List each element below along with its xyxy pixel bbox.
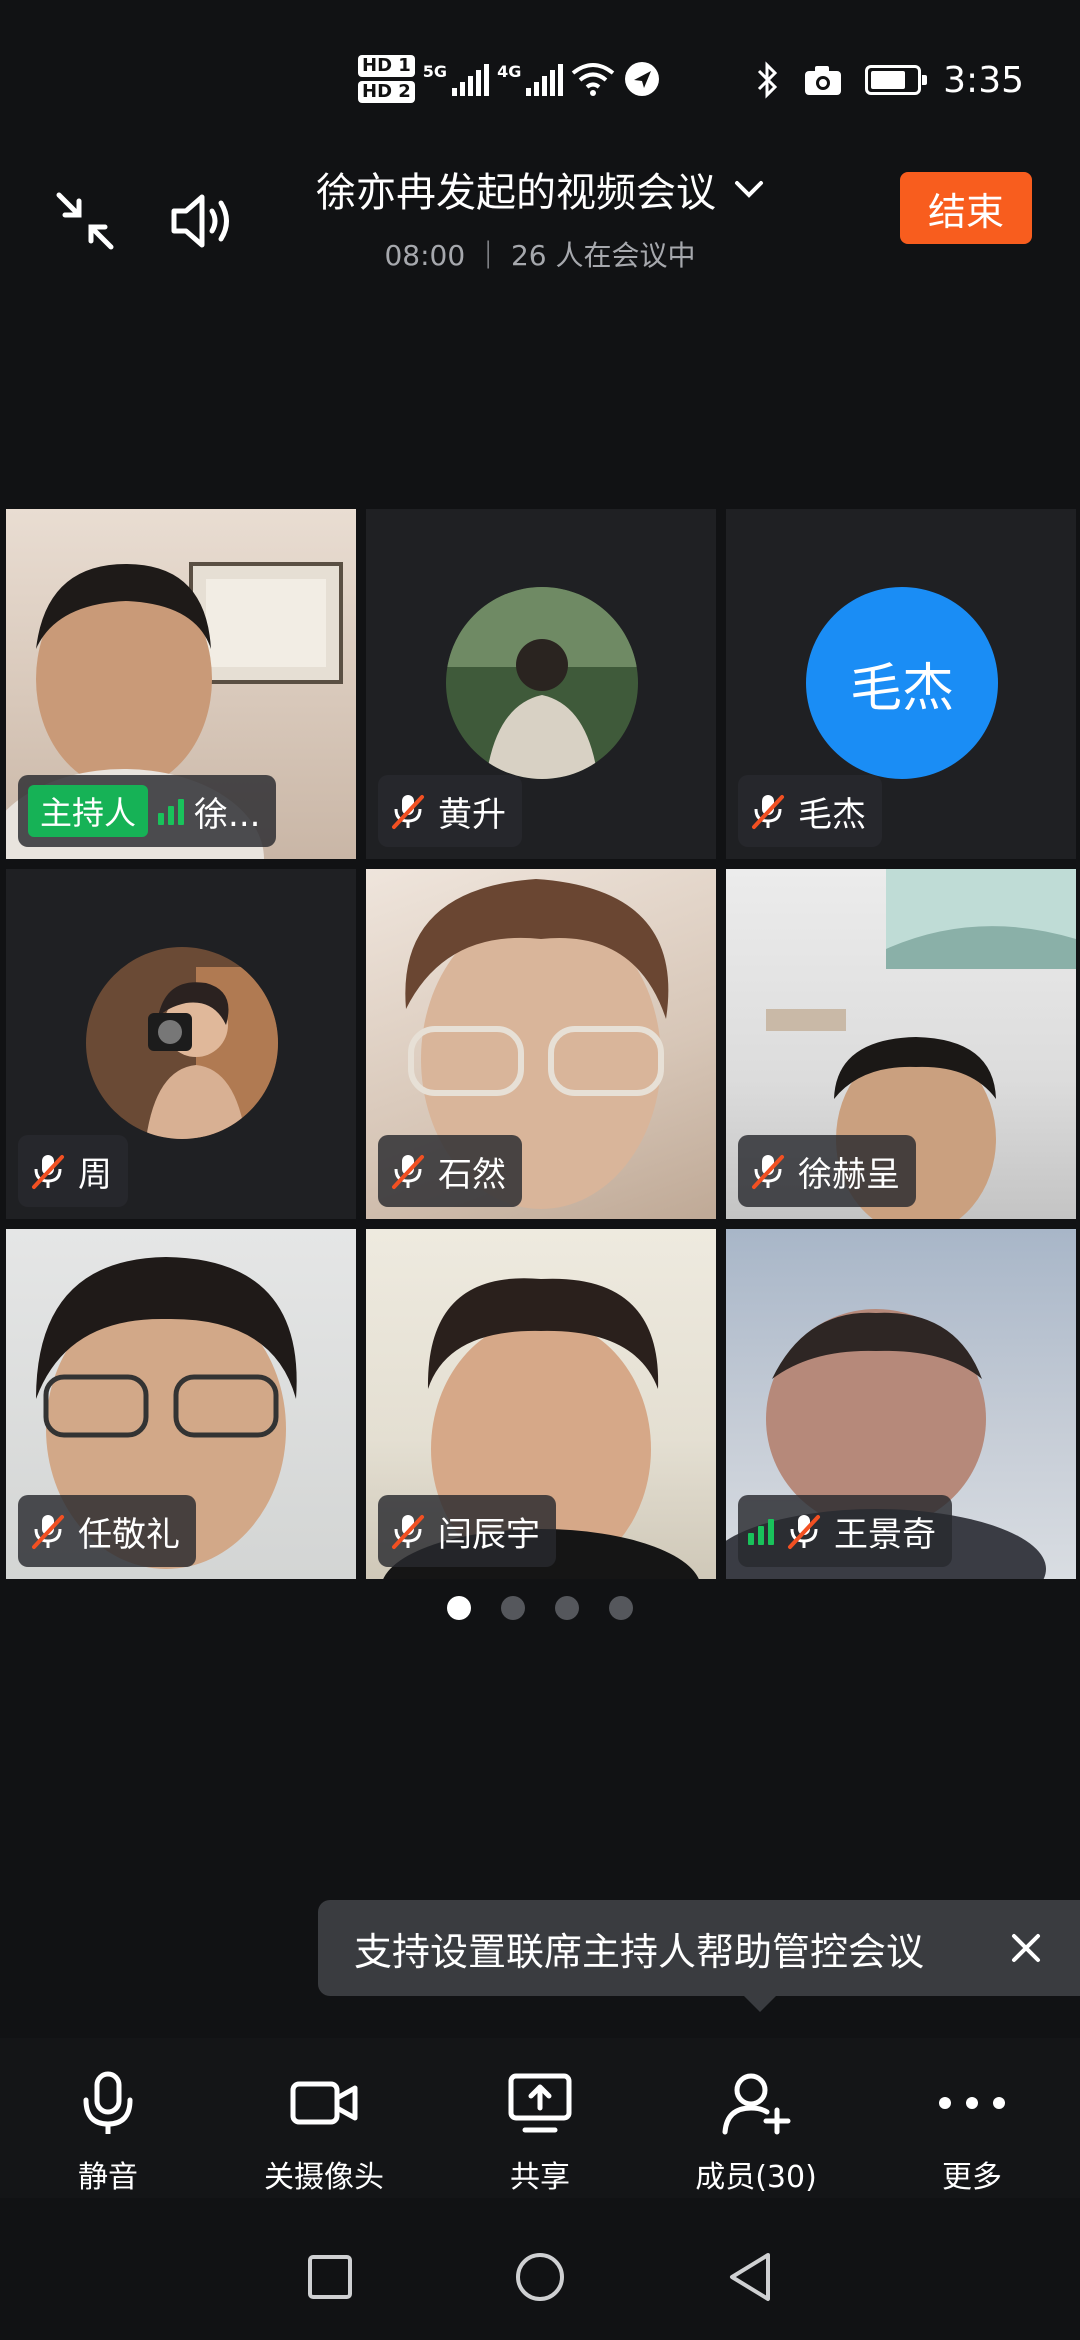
page-indicator	[0, 1596, 1080, 1620]
meeting-toolbar: 静音 关摄像头 共享 成员(30) 更多	[0, 2038, 1080, 2198]
status-bar-left: HD 1 HD 2 5G 4G	[358, 44, 661, 114]
hd1-badge: HD 1	[358, 55, 415, 77]
speaking-indicator-icon	[158, 797, 185, 825]
status-bar: HD 1 HD 2 5G 4G 3:35	[0, 0, 1080, 150]
meeting-header: 徐亦冉发起的视频会议 08:00 ｜ 26 人在会议中 结束	[0, 150, 1080, 300]
avatar	[86, 947, 278, 1139]
hd-indicators: HD 1 HD 2	[358, 55, 415, 103]
participant-tile[interactable]: 黄升	[366, 509, 716, 859]
add-member-icon	[722, 2073, 791, 2135]
meeting-title[interactable]: 徐亦冉发起的视频会议	[316, 160, 764, 218]
page-dot-4[interactable]	[609, 1596, 633, 1620]
participant-tile[interactable]: 任敬礼	[6, 1229, 356, 1579]
participant-tile[interactable]: 徐赫呈	[726, 869, 1076, 1219]
system-navigation-bar	[0, 2214, 1080, 2340]
mic-off-icon	[392, 795, 424, 829]
home-icon[interactable]	[514, 2251, 566, 2303]
hd2-badge: HD 2	[358, 81, 415, 103]
participant-label: 闫辰宇	[378, 1495, 556, 1567]
participant-label: 任敬礼	[18, 1495, 196, 1567]
mic-off-icon	[392, 1515, 424, 1549]
participant-tile[interactable]: 主持人 徐...	[6, 509, 356, 859]
participant-label: 毛杰	[738, 775, 882, 847]
participant-tile[interactable]: 王景奇	[726, 1229, 1076, 1579]
share-label: 共享	[510, 2160, 570, 2195]
members-label: 成员(30)	[695, 2160, 817, 2195]
participant-name: 毛杰	[798, 794, 866, 835]
participant-label: 石然	[378, 1135, 522, 1207]
members-button[interactable]: 成员(30)	[648, 2038, 864, 2198]
participant-name: 石然	[438, 1154, 506, 1195]
participant-name: 周	[78, 1154, 112, 1195]
wifi-icon	[572, 63, 615, 96]
bluetooth-icon	[758, 61, 778, 99]
co-host-tip: 支持设置联席主持人帮助管控会议	[318, 1900, 1080, 2012]
status-bar-right: 3:35	[755, 50, 1024, 110]
participant-label: 徐赫呈	[738, 1135, 916, 1207]
participant-label: 周	[18, 1135, 128, 1207]
avatar	[446, 587, 638, 779]
end-meeting-button[interactable]: 结束	[900, 172, 1032, 244]
participant-grid: 主持人 徐... 黄升 毛杰 毛杰 周 石然 徐赫呈 任敬礼 闫辰宇 王景奇	[6, 509, 1076, 1579]
page-dot-3[interactable]	[555, 1596, 579, 1620]
avatar-photo	[86, 947, 278, 1139]
mic-off-icon	[32, 1515, 64, 1549]
signal-5g-icon: 5G	[423, 62, 490, 96]
screen-share-icon	[508, 2073, 572, 2133]
mic-off-icon	[788, 1515, 820, 1549]
video-camera-icon	[290, 2081, 358, 2125]
mic-off-icon	[752, 1155, 784, 1189]
avatar-photo	[446, 587, 638, 779]
participant-name: 任敬礼	[78, 1514, 180, 1555]
tip-text: 支持设置联席主持人帮助管控会议	[354, 1929, 925, 1974]
microphone-icon	[83, 2071, 133, 2134]
chevron-down-icon	[735, 181, 763, 198]
signal-4g-icon: 4G	[497, 62, 564, 96]
camera-indicator-icon	[805, 66, 842, 95]
share-button[interactable]: 共享	[432, 2038, 648, 2198]
mute-label: 静音	[78, 2160, 138, 2195]
host-badge: 主持人	[28, 785, 149, 837]
participant-label: 王景奇	[738, 1495, 952, 1567]
clock: 3:35	[943, 59, 1024, 101]
mic-off-icon	[752, 795, 784, 829]
participant-name: 王景奇	[834, 1514, 936, 1555]
mute-button[interactable]: 静音	[0, 2038, 216, 2198]
participant-tile[interactable]: 周	[6, 869, 356, 1219]
participant-name: 闫辰宇	[438, 1514, 540, 1555]
back-icon[interactable]	[726, 2251, 774, 2303]
camera-off-button[interactable]: 关摄像头	[216, 2038, 432, 2198]
avatar: 毛杰	[806, 587, 998, 779]
participant-tile[interactable]: 毛杰 毛杰	[726, 509, 1076, 859]
camera-label: 关摄像头	[264, 2160, 384, 2195]
page-dot-2[interactable]	[501, 1596, 525, 1620]
page-dot-1[interactable]	[447, 1596, 471, 1620]
more-label: 更多	[942, 2160, 1002, 2195]
participant-name: 徐赫呈	[798, 1154, 900, 1195]
participant-tile[interactable]: 石然	[366, 869, 716, 1219]
participant-tile[interactable]: 闫辰宇	[366, 1229, 716, 1579]
recent-apps-icon[interactable]	[306, 2253, 354, 2301]
mic-off-icon	[32, 1155, 64, 1189]
speaking-indicator-icon	[748, 1517, 774, 1545]
more-button[interactable]: 更多	[864, 2038, 1080, 2198]
participant-label: 主持人 徐...	[18, 775, 277, 847]
close-icon[interactable]	[1002, 1924, 1050, 1972]
mic-off-icon	[392, 1155, 424, 1189]
participant-name: 徐...	[194, 794, 261, 835]
battery-icon	[865, 65, 928, 95]
more-dots-icon	[939, 2097, 1005, 2109]
participant-label: 黄升	[378, 775, 522, 847]
location-app-icon	[625, 62, 660, 96]
participant-name: 黄升	[438, 794, 506, 835]
